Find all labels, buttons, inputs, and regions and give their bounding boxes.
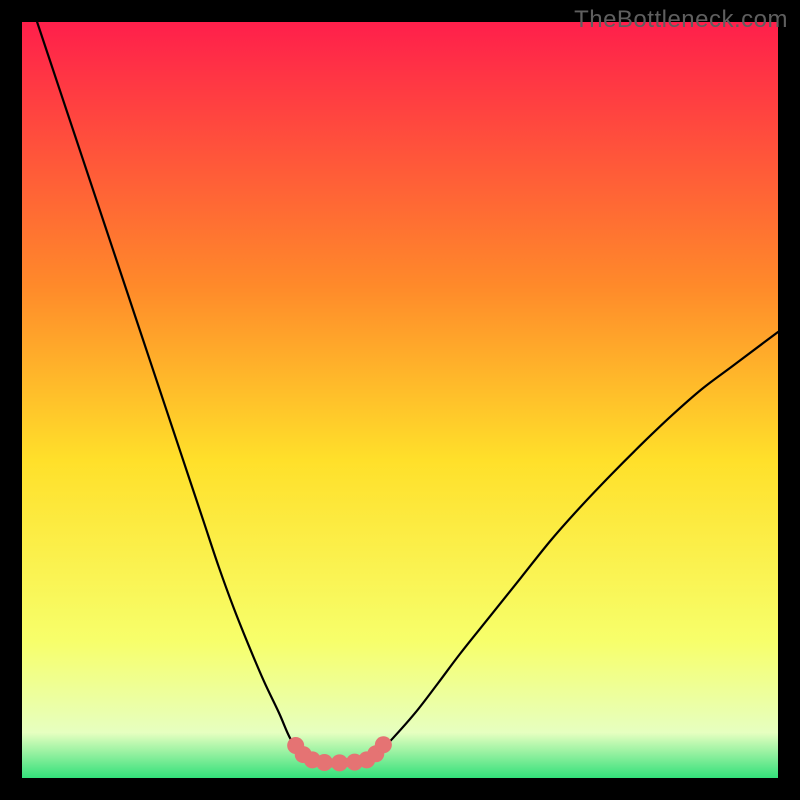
plot-area [22, 22, 778, 778]
gradient-background [22, 22, 778, 778]
chart-frame: TheBottleneck.com [0, 0, 800, 800]
mid-dot [331, 754, 348, 771]
watermark-text: TheBottleneck.com [574, 6, 788, 34]
chart-svg [22, 22, 778, 778]
mid-dot [316, 754, 333, 771]
mid-dot [375, 736, 392, 753]
